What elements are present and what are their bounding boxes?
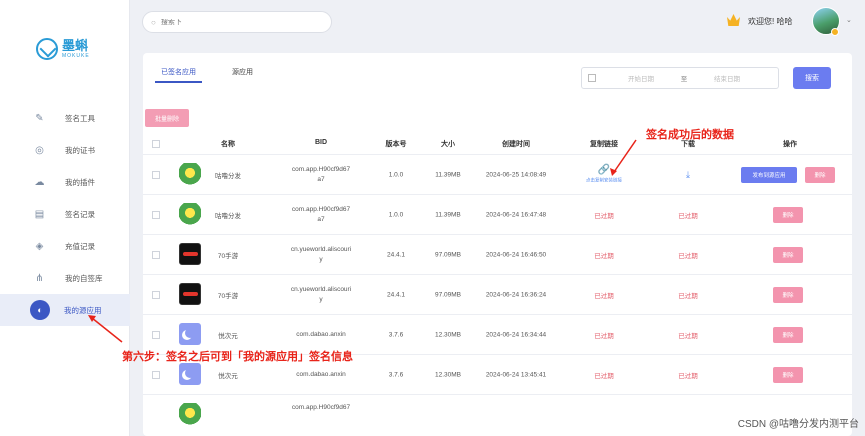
annotation-arrow-bottom — [91, 317, 123, 343]
annotation-bottom: 第六步：签名之后可到「我的源应用」签名信息 — [122, 351, 353, 363]
annotation-arrow-top — [613, 139, 637, 173]
annotation-arrows — [88, 139, 637, 343]
annotation-top: 签名成功后的数据 — [646, 129, 734, 141]
watermark: CSDN @咕噜分发内测平台 — [737, 419, 859, 430]
